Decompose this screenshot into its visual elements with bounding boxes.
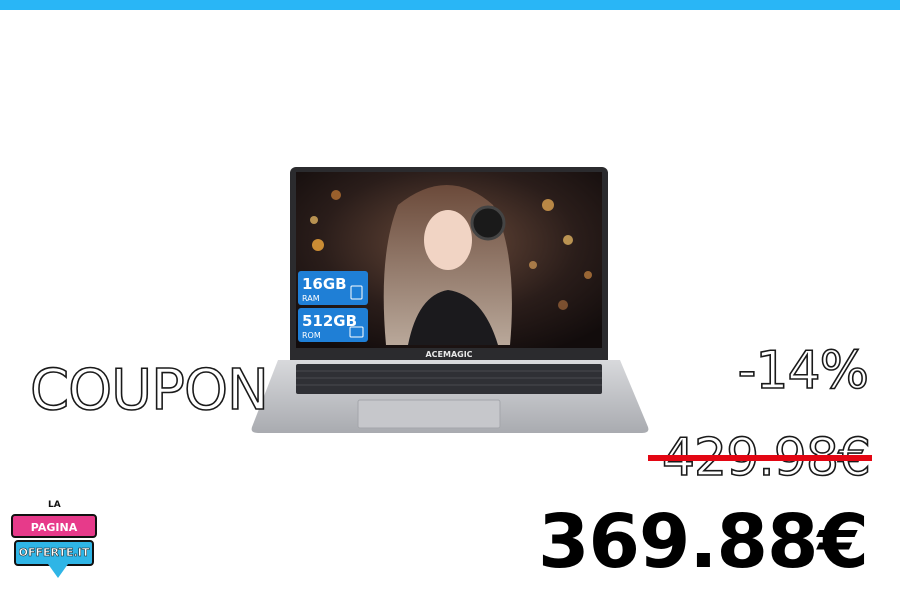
bokeh-light bbox=[529, 261, 537, 269]
touchpad bbox=[357, 399, 501, 429]
headphone-shape bbox=[470, 205, 506, 241]
ram-label: RAM bbox=[302, 294, 320, 303]
bokeh-light bbox=[312, 239, 324, 251]
keyboard bbox=[296, 364, 602, 394]
price-strikethrough bbox=[648, 455, 872, 461]
bokeh-light bbox=[310, 216, 318, 224]
coupon-label: COUPON bbox=[29, 358, 270, 423]
bokeh-light bbox=[563, 235, 573, 245]
sale-price: 369.88€ bbox=[537, 499, 869, 585]
brand-logo-text: ACEMAGIC bbox=[425, 350, 472, 359]
ram-badge: 16GB RAM bbox=[298, 271, 368, 305]
discount-percentage: -14% bbox=[737, 341, 870, 401]
laptop-product-image: 16GB RAM 512GB ROM ACEMAGIC bbox=[251, 167, 649, 433]
logo-top-text: LA bbox=[48, 500, 61, 510]
bokeh-light bbox=[542, 199, 554, 211]
rom-badge: 512GB ROM bbox=[298, 308, 368, 342]
rom-value: 512GB bbox=[302, 312, 357, 330]
face-shape bbox=[424, 210, 472, 270]
ram-value: 16GB bbox=[302, 275, 347, 293]
speech-bubble-tail-icon bbox=[48, 564, 68, 578]
logo-line-1: PAGINA DELLE bbox=[11, 514, 97, 558]
bokeh-light bbox=[584, 271, 592, 279]
bokeh-light bbox=[331, 190, 341, 200]
rom-label: ROM bbox=[302, 331, 321, 340]
bokeh-light bbox=[558, 300, 568, 310]
site-logo: LA PAGINA DELLE OFFERTE.IT bbox=[8, 500, 100, 598]
top-accent-bar bbox=[0, 0, 900, 10]
logo-line-2: OFFERTE.IT bbox=[14, 540, 94, 566]
